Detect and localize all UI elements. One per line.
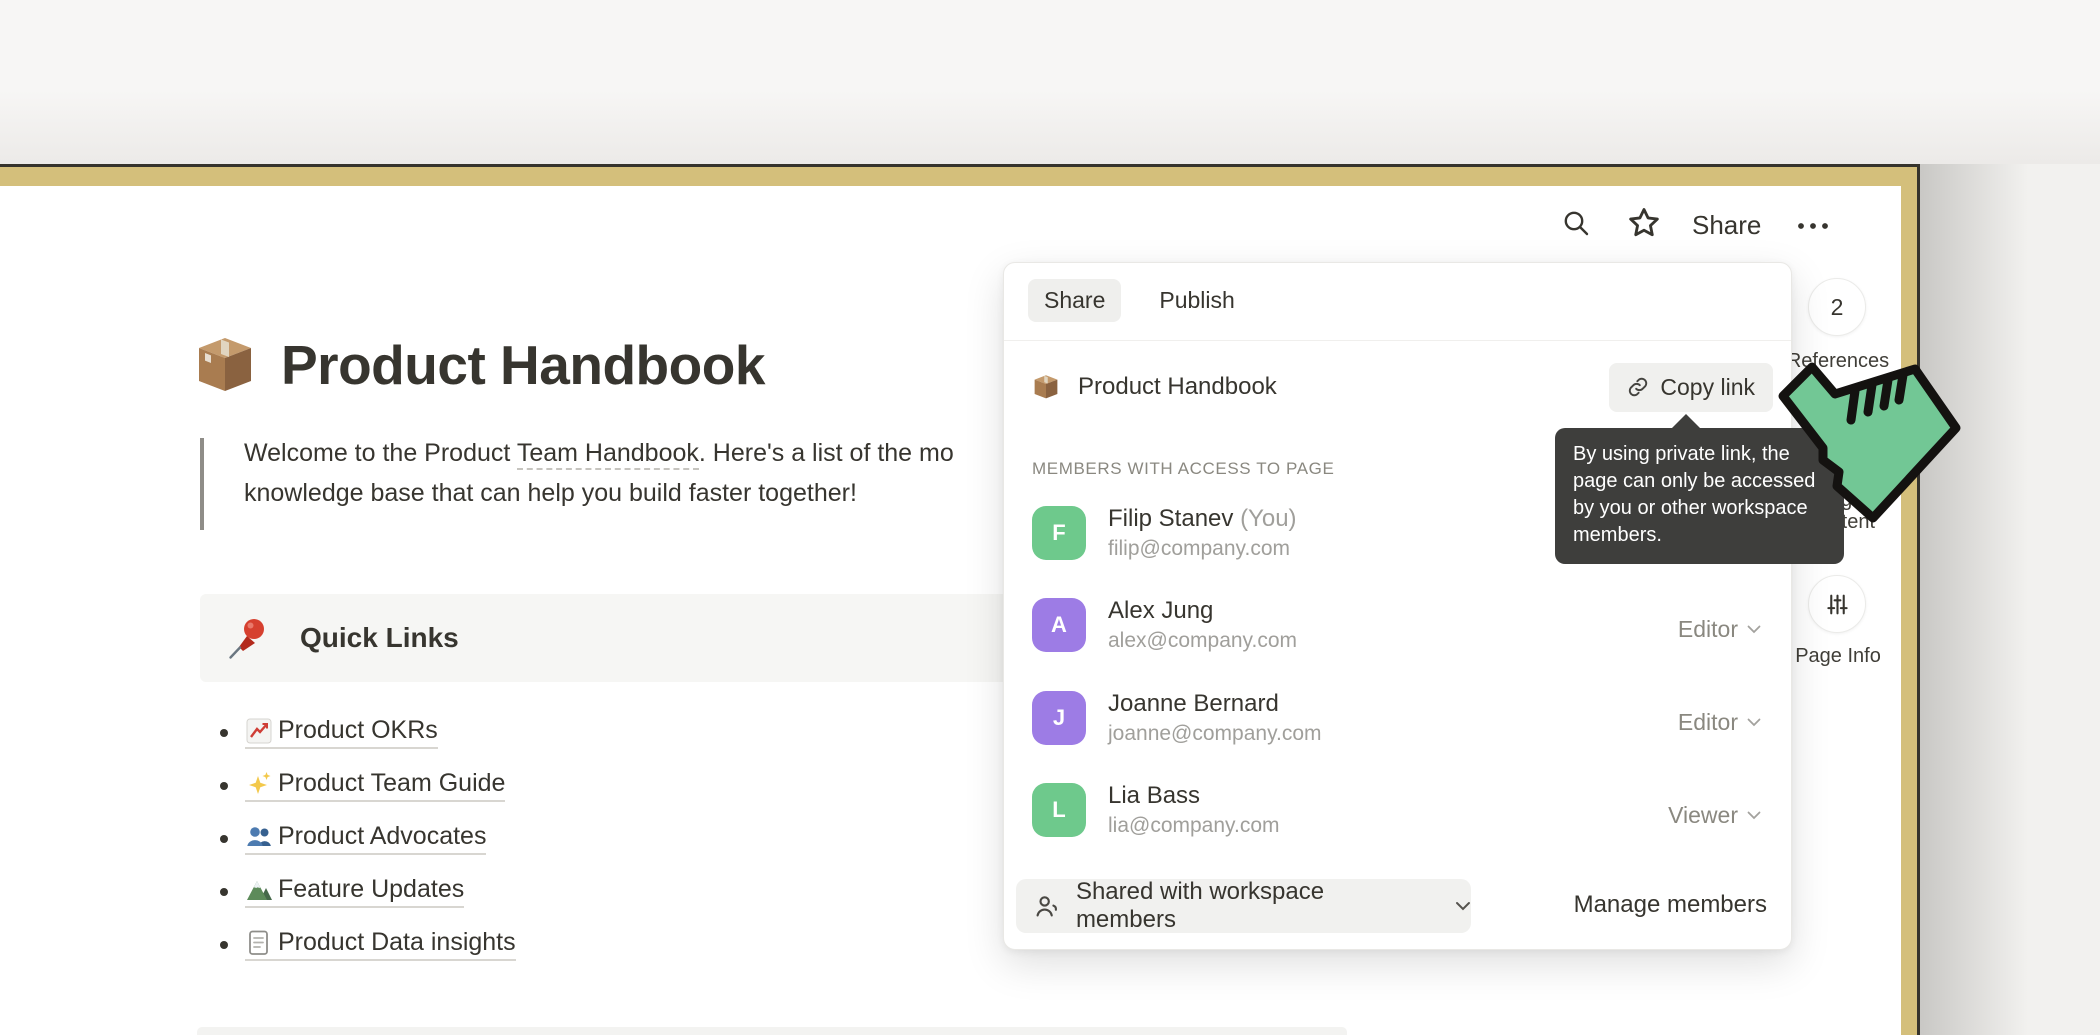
page-info-label: Page Info (1795, 645, 1881, 667)
mountain-emoji-icon (247, 880, 272, 900)
people-icon (1036, 895, 1058, 917)
dialog-page-row: Product Handbook Copy link (1032, 359, 1773, 415)
sliders-icon (1826, 594, 1848, 614)
intro-text-line2: knowledge base that can help you build f… (244, 479, 857, 507)
desktop-background-top (0, 0, 2100, 164)
bullet-dot (220, 887, 228, 896)
quick-link-label: Feature Updates (278, 875, 465, 903)
search-icon[interactable] (1561, 208, 1591, 238)
quick-link-label: Product Advocates (278, 822, 487, 850)
shared-with-workspace-dropdown[interactable]: Shared with workspace members (1016, 878, 1471, 933)
intro-paragraph: Welcome to the Product Team Handbook. He… (244, 433, 954, 513)
chart-increasing-emoji-icon (246, 718, 272, 743)
quick-link-label: Product Team Guide (278, 769, 506, 797)
window-accent-border-right (1901, 186, 1917, 1035)
chevron-down-icon (1747, 718, 1761, 727)
member-row-lia: L Lia Bass lia@company.com (1032, 781, 1761, 839)
member-name: Alex Jung (1108, 597, 1214, 624)
document-emoji-icon (249, 930, 268, 955)
role-label: Editor (1677, 709, 1738, 735)
list-item-feature-updates[interactable]: Feature Updates (207, 865, 516, 918)
bullet-dot (220, 940, 228, 949)
role-label: Editor (1677, 616, 1738, 642)
manage-members-button[interactable]: Manage members (1574, 891, 1767, 919)
avatar: F (1032, 506, 1086, 560)
more-options-icon[interactable] (1796, 221, 1830, 231)
bullet-dot (220, 728, 228, 737)
tab-publish[interactable]: Publish (1143, 279, 1250, 322)
bullet-dot (220, 834, 228, 843)
page-info-button[interactable] (1808, 575, 1866, 633)
tooltip-arrow (1671, 414, 1701, 429)
quote-bar (200, 438, 204, 530)
share-button[interactable]: Share (1692, 210, 1761, 241)
tab-share[interactable]: Share (1028, 279, 1122, 322)
member-email: joanne@company.com (1108, 722, 1322, 745)
role-dropdown-alex[interactable]: Editor (1678, 616, 1761, 643)
quick-links-list: Product OKRs Product Team Guide Product … (207, 706, 516, 971)
role-dropdown-joanne[interactable]: Editor (1678, 709, 1761, 736)
list-item-product-team-guide[interactable]: Product Team Guide (207, 759, 516, 812)
chevron-down-icon (1747, 625, 1761, 634)
copy-link-label: Copy link (1660, 373, 1755, 400)
references-count: 2 (1830, 293, 1844, 320)
next-section-divider (197, 1027, 1347, 1035)
avatar: L (1032, 783, 1086, 837)
member-name: Joanne Bernard (1108, 690, 1279, 717)
references-badge-button[interactable]: 2 (1808, 278, 1866, 336)
dialog-page-title: Product Handbook (1078, 373, 1277, 400)
desktop-background-right (1920, 164, 2100, 1035)
screenshot-stage: Share Product Handbook Welcome to the Pr… (0, 0, 2100, 1035)
sparkles-emoji-icon (249, 771, 271, 794)
copy-link-button[interactable]: Copy link (1609, 362, 1773, 412)
member-row-alex: A Alex Jung alex@company.com (1032, 596, 1761, 654)
callout-title: Quick Links (300, 622, 459, 653)
bullet-dot (220, 781, 228, 790)
cursor-hand-icon (1778, 362, 1961, 523)
app-window: Share Product Handbook Welcome to the Pr… (0, 186, 1901, 1035)
share-dialog: Share Publish Product Handbook Copy link… (1003, 262, 1792, 950)
chevron-down-icon (1747, 811, 1761, 820)
avatar: J (1032, 691, 1086, 745)
quick-link-label: Product Data insights (278, 928, 516, 956)
list-item-product-okrs[interactable]: Product OKRs (207, 706, 516, 759)
team-handbook-link[interactable]: Team Handbook (516, 439, 699, 470)
shared-with-label: Shared with workspace members (1075, 878, 1325, 933)
member-email: filip@company.com (1108, 537, 1290, 560)
member-email: alex@company.com (1108, 629, 1297, 652)
window-outline-right (1917, 164, 1920, 1035)
package-box-emoji-icon (199, 338, 251, 391)
pushpin-emoji-icon (229, 619, 264, 659)
page-title: Product Handbook (281, 334, 765, 396)
chevron-down-icon (1456, 902, 1471, 911)
member-name: Filip Stanev (1108, 505, 1234, 532)
avatar: A (1032, 598, 1086, 652)
member-name: Lia Bass (1108, 782, 1201, 809)
intro-text: . Here's a list of the mo (698, 439, 954, 467)
intro-text: Welcome to the Product (244, 439, 517, 467)
role-label: Viewer (1668, 802, 1738, 828)
busts-in-silhouette-emoji-icon (247, 826, 271, 846)
list-item-product-advocates[interactable]: Product Advocates (207, 812, 516, 865)
member-email: lia@company.com (1108, 814, 1280, 837)
favorite-star-icon[interactable] (1626, 205, 1662, 241)
link-icon (1629, 377, 1648, 397)
members-section-header: MEMBERS WITH ACCESS TO PAGE (1032, 459, 1335, 478)
list-item-product-data-insights[interactable]: Product Data insights (207, 918, 516, 971)
dialog-divider (1004, 340, 1791, 341)
role-dropdown-lia[interactable]: Viewer (1668, 802, 1761, 829)
member-you-suffix: (You) (1240, 505, 1297, 532)
window-accent-border-top (0, 167, 1917, 186)
member-row-joanne: J Joanne Bernard joanne@company.com (1032, 689, 1761, 747)
quick-link-label: Product OKRs (278, 716, 438, 744)
package-box-emoji-icon (1034, 375, 1058, 399)
share-dialog-tabs: Share Publish (1028, 279, 1251, 322)
